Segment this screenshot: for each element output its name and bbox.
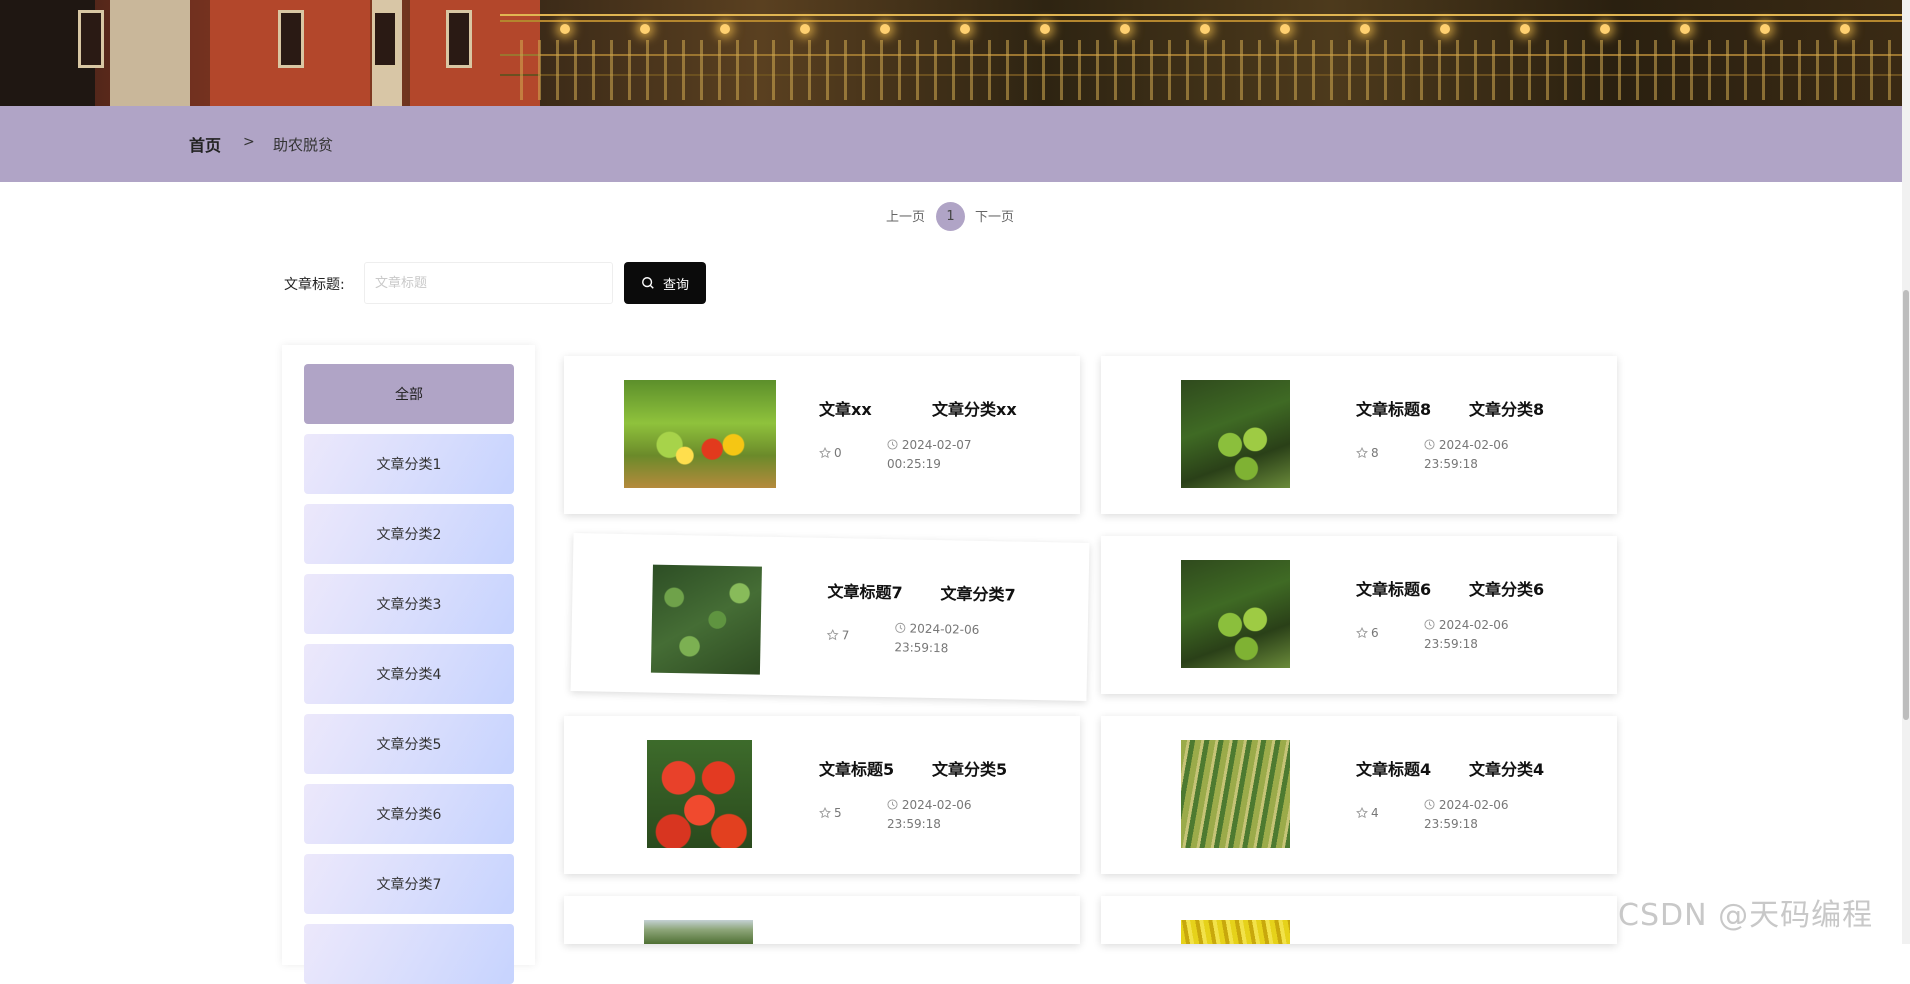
breadcrumb-current: 助农脱贫 xyxy=(273,136,334,154)
clock-icon xyxy=(1424,439,1435,450)
article-category: 文章分类8 xyxy=(1469,400,1545,419)
category-item-6[interactable]: 文章分类6 xyxy=(304,784,514,844)
search-label: 文章标题: xyxy=(284,277,345,293)
article-card[interactable]: 文章标题7 文章分类7 7 2024-02-06 23:59:18 xyxy=(570,533,1090,701)
clock-icon xyxy=(895,622,906,633)
article-card[interactable]: 文章标题5 文章分类5 5 2024-02-06 23:59:18 xyxy=(564,716,1080,874)
star-icon xyxy=(1356,807,1368,819)
article-likes: 8 xyxy=(1356,446,1379,460)
article-likes: 6 xyxy=(1356,626,1379,640)
hero-banner-image xyxy=(0,0,1902,106)
article-date: 2024-02-06 23:59:18 xyxy=(1424,798,1509,831)
article-date: 2024-02-06 23:59:18 xyxy=(1424,618,1509,651)
article-thumbnail xyxy=(1181,560,1290,668)
category-item-5[interactable]: 文章分类5 xyxy=(304,714,514,774)
category-item-7[interactable]: 文章分类7 xyxy=(304,854,514,914)
search-button[interactable]: 查询 xyxy=(624,262,706,304)
article-likes: 4 xyxy=(1356,806,1379,820)
article-likes: 0 xyxy=(819,446,842,460)
article-thumbnail xyxy=(644,920,753,944)
article-category: 文章分类5 xyxy=(932,760,1008,779)
category-label: 文章分类7 xyxy=(376,877,442,893)
category-item-4[interactable]: 文章分类4 xyxy=(304,644,514,704)
category-label: 文章分类5 xyxy=(376,737,442,753)
article-category: 文章分类7 xyxy=(940,584,1016,605)
search-icon xyxy=(642,277,654,289)
star-icon xyxy=(1356,627,1368,639)
article-category: 文章分类xx xyxy=(932,400,1017,419)
article-title: 文章标题8 xyxy=(1356,400,1432,419)
article-card[interactable] xyxy=(564,896,1080,944)
article-title: 文章标题6 xyxy=(1356,580,1432,599)
article-thumbnail xyxy=(1181,740,1290,848)
article-title: 文章标题5 xyxy=(819,760,895,779)
category-label: 文章分类3 xyxy=(376,597,442,613)
article-card[interactable]: 文章标题8 文章分类8 8 2024-02-06 23:59:18 xyxy=(1101,356,1617,514)
breadcrumb-separator: > xyxy=(243,134,255,150)
watermark: CSDN @天码编程 xyxy=(1618,898,1874,933)
article-card[interactable]: 文章xx 文章分类xx 0 2024-02-07 00:25:19 xyxy=(564,356,1080,514)
clock-icon xyxy=(1424,619,1435,630)
category-item-all[interactable]: 全部 xyxy=(304,364,514,424)
article-card[interactable]: 文章标题4 文章分类4 4 2024-02-06 23:59:18 xyxy=(1101,716,1617,874)
article-thumbnail xyxy=(1181,920,1290,944)
breadcrumb-home-link[interactable]: 首页 xyxy=(189,132,221,156)
article-thumbnail xyxy=(647,740,752,848)
article-thumbnail xyxy=(650,564,762,675)
article-date: 2024-02-06 23:59:18 xyxy=(1424,438,1509,471)
prev-page-button[interactable]: 上一页 xyxy=(886,206,925,225)
category-label: 文章分类2 xyxy=(376,527,442,543)
category-item-3[interactable]: 文章分类3 xyxy=(304,574,514,634)
article-thumbnail xyxy=(624,380,776,488)
scrollbar-thumb[interactable] xyxy=(1903,290,1909,720)
next-page-button[interactable]: 下一页 xyxy=(975,206,1014,225)
article-category: 文章分类4 xyxy=(1469,760,1545,779)
category-label: 文章分类6 xyxy=(376,807,442,823)
star-icon xyxy=(819,447,831,459)
article-title: 文章标题4 xyxy=(1356,760,1432,779)
star-icon xyxy=(826,628,839,641)
category-item-2[interactable]: 文章分类2 xyxy=(304,504,514,564)
article-category: 文章分类6 xyxy=(1469,580,1545,599)
article-thumbnail xyxy=(1181,380,1290,488)
article-title: 文章xx xyxy=(819,400,872,419)
clock-icon xyxy=(1424,799,1435,810)
article-date: 2024-02-07 00:25:19 xyxy=(887,438,972,471)
category-item-1[interactable]: 文章分类1 xyxy=(304,434,514,494)
article-date: 2024-02-06 23:59:18 xyxy=(887,798,972,831)
article-card[interactable]: 文章标题6 文章分类6 6 2024-02-06 23:59:18 xyxy=(1101,536,1617,694)
article-likes: 5 xyxy=(819,806,842,820)
category-item-8[interactable] xyxy=(304,924,514,984)
article-title: 文章标题7 xyxy=(827,581,903,603)
article-date: 2024-02-06 23:59:18 xyxy=(894,621,980,656)
star-icon xyxy=(1356,447,1368,459)
page-number-button[interactable]: 1 xyxy=(936,202,965,231)
article-card[interactable] xyxy=(1101,896,1617,944)
search-input[interactable] xyxy=(364,262,613,304)
clock-icon xyxy=(887,439,898,450)
category-label: 文章分类4 xyxy=(376,667,442,683)
search-button-label: 查询 xyxy=(662,277,689,293)
clock-icon xyxy=(887,799,898,810)
category-label: 文章分类1 xyxy=(376,457,442,473)
article-likes: 7 xyxy=(826,628,849,642)
category-sidebar: 全部 文章分类1 文章分类2 文章分类3 文章分类4 文章分类5 文章分类6 文… xyxy=(282,345,535,984)
category-label: 全部 xyxy=(395,387,423,403)
star-icon xyxy=(819,807,831,819)
